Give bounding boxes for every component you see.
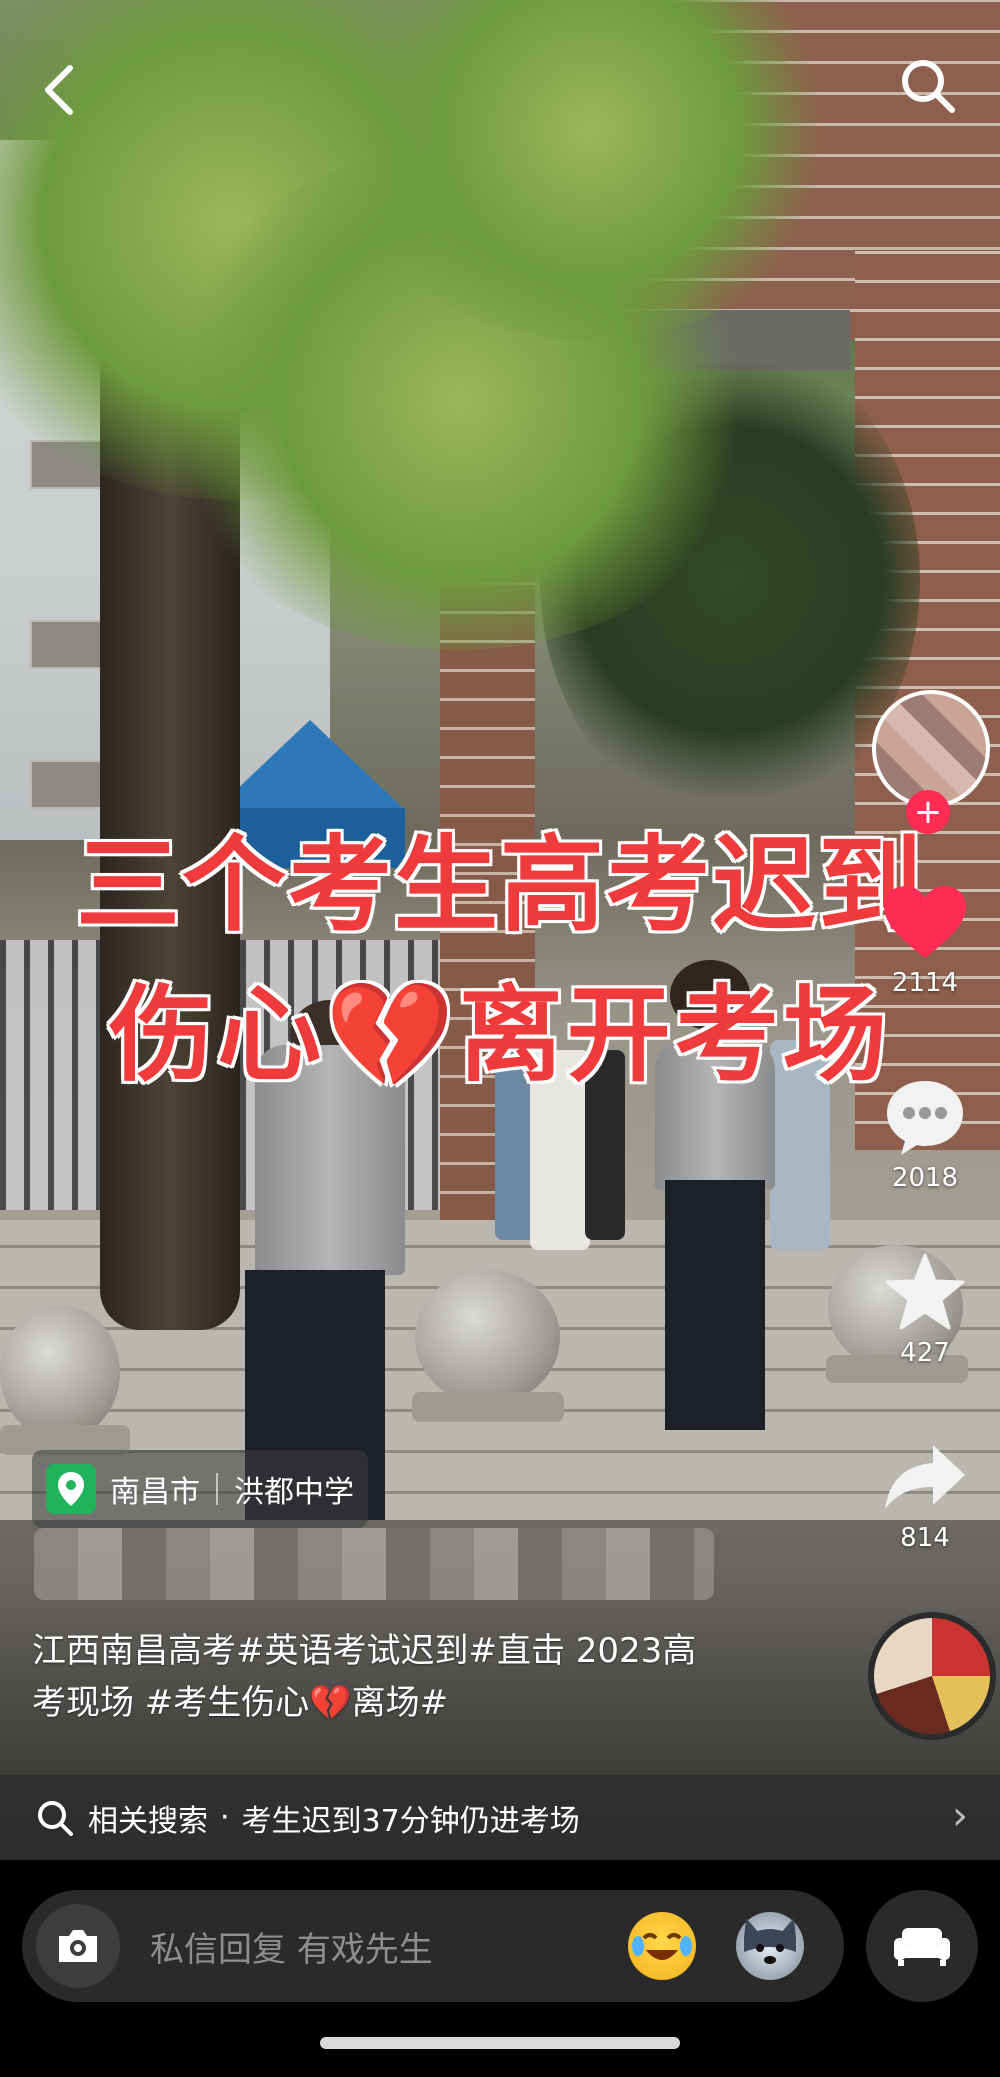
related-search-label: 相关搜索 bbox=[88, 1803, 208, 1839]
home-indicator bbox=[320, 2037, 680, 2049]
music-disc[interactable] bbox=[868, 1612, 996, 1740]
message-input[interactable]: 私信回复 有戏先生 bbox=[22, 1890, 844, 2002]
back-button[interactable] bbox=[40, 60, 80, 120]
overlay-title-line-2: 伤心💔离开考场 bbox=[0, 950, 1000, 1101]
sofa-icon bbox=[894, 1928, 950, 1966]
comment-count: 2018 bbox=[891, 1163, 959, 1193]
heart-icon bbox=[884, 886, 966, 958]
bottom-bar: 私信回复 有戏先生 bbox=[0, 1860, 1000, 2077]
broken-heart-emoji: 💔 bbox=[309, 1683, 352, 1723]
message-placeholder: 私信回复 有戏先生 bbox=[150, 1929, 433, 1970]
stone-ball bbox=[0, 1305, 120, 1440]
search-icon bbox=[902, 60, 955, 113]
related-search-bar[interactable]: 相关搜索 · 考生迟到37分钟仍进考场 › bbox=[0, 1775, 1000, 1860]
share-arrow-icon bbox=[885, 1445, 965, 1509]
camera-button[interactable] bbox=[36, 1904, 120, 1988]
dog-sticker-icon[interactable] bbox=[736, 1912, 804, 1980]
broken-heart-emoji: 💔 bbox=[325, 974, 459, 1096]
caption-text: 考现场 #考生伤心 bbox=[32, 1683, 310, 1723]
like-count: 2114 bbox=[891, 968, 959, 998]
comment-button[interactable]: 2018 bbox=[875, 1075, 975, 1193]
location-tag[interactable]: 南昌市 洪都中学 bbox=[32, 1450, 368, 1528]
stone-ball-base bbox=[412, 1392, 564, 1422]
stone-ball bbox=[415, 1270, 560, 1405]
share-button[interactable]: 814 bbox=[875, 1435, 975, 1553]
follow-plus-button[interactable]: + bbox=[906, 790, 950, 834]
like-button[interactable]: 2114 bbox=[875, 880, 975, 998]
location-pin-icon bbox=[46, 1464, 96, 1514]
favorite-count: 427 bbox=[900, 1338, 950, 1368]
search-icon bbox=[38, 1800, 73, 1836]
related-search-query: 考生迟到37分钟仍进考场 bbox=[241, 1803, 580, 1839]
caption-line-2: 考现场 #考生伤心💔离场# bbox=[32, 1677, 792, 1729]
chevron-right-icon: › bbox=[952, 1793, 968, 1839]
caption-line-1: 江西南昌高考#英语考试迟到#直击 2023高 bbox=[32, 1631, 697, 1671]
location-place: 洪都中学 bbox=[234, 1475, 354, 1510]
video-caption[interactable]: 江西南昌高考#英语考试迟到#直击 2023高 考现场 #考生伤心💔离场# bbox=[32, 1625, 792, 1729]
blue-tent bbox=[215, 720, 405, 810]
location-city: 南昌市 bbox=[110, 1475, 200, 1510]
overlay-title-text: 离开考场 bbox=[456, 972, 891, 1099]
location-divider bbox=[216, 1473, 218, 1505]
blurred-author-name bbox=[34, 1528, 714, 1600]
caption-text: 离场# bbox=[351, 1683, 449, 1723]
favorite-button[interactable]: 427 bbox=[875, 1250, 975, 1368]
search-button[interactable] bbox=[898, 56, 958, 116]
camera-icon bbox=[59, 1930, 97, 1962]
chevron-left-icon bbox=[45, 65, 73, 115]
star-icon bbox=[885, 1253, 965, 1330]
sofa-button[interactable] bbox=[866, 1890, 978, 2002]
building-window bbox=[30, 620, 104, 669]
comment-icon bbox=[887, 1081, 963, 1155]
related-search-separator: · bbox=[220, 1800, 230, 1835]
overlay-title-line-1: 三个考生高考迟到 bbox=[73, 822, 924, 949]
overlay-title-text: 伤心 bbox=[107, 972, 326, 1099]
share-count: 814 bbox=[900, 1523, 950, 1553]
crying-laughing-emoji-icon[interactable] bbox=[628, 1912, 696, 1980]
person-right-pants bbox=[665, 1180, 765, 1430]
